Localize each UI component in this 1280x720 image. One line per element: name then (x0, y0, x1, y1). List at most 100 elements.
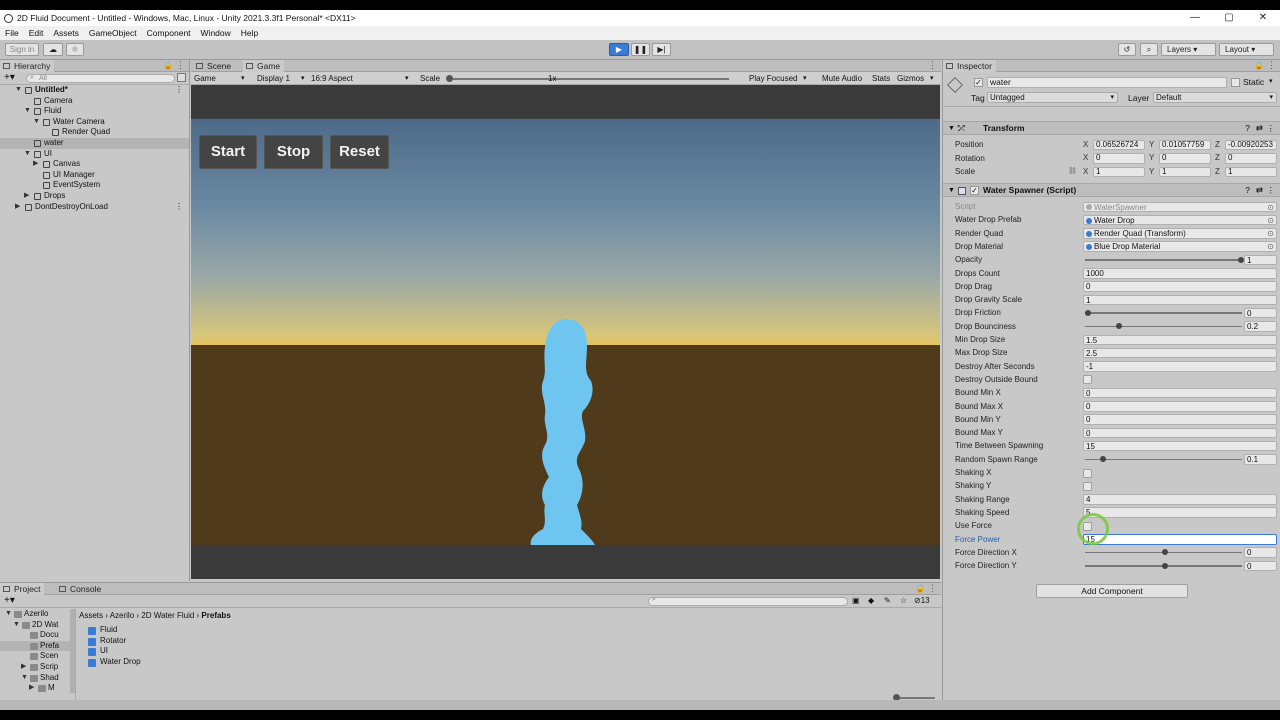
slider-knob[interactable] (1115, 323, 1122, 330)
kebab-menu-icon[interactable]: ⋮ (1267, 122, 1276, 135)
preset-icon[interactable]: ⇄ (1256, 184, 1263, 197)
kebab-menu-icon[interactable]: ⋮ (1267, 60, 1276, 71)
slider-value-field[interactable]: 1 (1244, 254, 1277, 266)
kebab-menu-icon[interactable]: ⋮ (176, 60, 185, 71)
tag-dropdown[interactable]: Untagged ▾ (987, 92, 1118, 103)
hierarchy-item[interactable]: ▼ Fluid (0, 106, 189, 117)
hierarchy-search-input[interactable]: All (26, 74, 175, 83)
asset-item[interactable]: UI (88, 646, 288, 657)
chevron-down-icon[interactable]: ▾ (1269, 77, 1273, 85)
reset-button[interactable]: Reset (330, 135, 389, 169)
visibility-icon[interactable]: ☆ (900, 596, 907, 605)
object-picker-icon[interactable]: ⊙ (1267, 216, 1274, 225)
collab-icon[interactable]: ✲ (66, 43, 84, 56)
project-search-input[interactable] (648, 597, 848, 606)
stats-button[interactable]: Stats (872, 72, 890, 85)
folder-tree-item[interactable]: ▼ Shad (0, 673, 75, 684)
history-icon[interactable]: ↺ (1118, 43, 1136, 56)
asset-item[interactable]: Fluid (88, 625, 288, 636)
slider-knob[interactable] (1085, 309, 1091, 316)
hierarchy-item[interactable]: Render Quad (0, 127, 189, 138)
expand-arrow-icon[interactable]: ▼ (24, 106, 31, 117)
slider-knob[interactable] (1161, 562, 1168, 569)
axis-value[interactable]: -0.00920253 (1225, 139, 1277, 150)
menu-edit[interactable]: Edit (24, 28, 49, 38)
menu-component[interactable]: Component (142, 28, 196, 38)
expand-arrow-icon[interactable]: ▼ (33, 117, 40, 128)
property-slider[interactable] (1085, 312, 1242, 314)
breadcrumb-assets[interactable]: Assets (79, 611, 103, 620)
slider-value-field[interactable]: 0.2 (1244, 321, 1277, 332)
play-button[interactable]: ▶ (609, 43, 629, 56)
property-field[interactable]: 0 (1083, 427, 1277, 439)
step-button[interactable]: ▶| (652, 43, 671, 56)
object-name-field[interactable]: water (987, 77, 1227, 88)
object-picker-icon[interactable]: ⊙ (1267, 242, 1274, 251)
display-dropdown[interactable]: Display 1 (257, 72, 290, 85)
object-picker-icon[interactable]: ⊙ (1267, 229, 1274, 238)
property-field[interactable]: 1.5 (1083, 334, 1277, 345)
axis-value[interactable]: 1 (1225, 166, 1277, 177)
expand-arrow-icon[interactable]: ▼ (21, 673, 28, 684)
slider-value-field[interactable]: 0.1 (1244, 454, 1277, 465)
property-slider[interactable] (1085, 325, 1242, 328)
minimize-button[interactable]: — (1178, 10, 1212, 26)
scale-slider[interactable] (449, 78, 729, 80)
layout-dropdown[interactable]: Layout ▾ (1219, 43, 1274, 56)
property-field[interactable]: 15 (1083, 534, 1277, 545)
breadcrumb-prefabs[interactable]: Prefabs (201, 611, 230, 620)
help-icon[interactable]: ? (1245, 122, 1250, 135)
transform-y-field[interactable]: Y 0.01057759 (1149, 139, 1211, 150)
hierarchy-item[interactable]: ▼ Water Camera (0, 117, 189, 128)
object-reference-field[interactable]: ⊙ Blue Drop Material (1083, 241, 1277, 252)
property-checkbox[interactable] (1083, 468, 1092, 478)
sign-in-button[interactable]: Sign in (5, 43, 39, 56)
static-checkbox[interactable] (1231, 78, 1240, 87)
axis-value[interactable]: 0 (1093, 153, 1145, 164)
object-picker-icon[interactable]: ⊙ (1267, 203, 1274, 212)
kebab-menu-icon[interactable]: ⋮ (175, 202, 183, 213)
hierarchy-item[interactable]: UI Manager (0, 170, 189, 181)
collapse-arrow-icon[interactable]: ▶ (33, 159, 38, 170)
icon-size-slider[interactable] (895, 697, 935, 699)
add-icon[interactable]: +▾ (4, 595, 15, 607)
axis-value[interactable]: 0 (1225, 153, 1277, 164)
slider-value-field[interactable]: 0 (1244, 307, 1277, 319)
game-mode-dropdown[interactable]: Game (194, 72, 216, 85)
favorite-icon[interactable]: ✎ (884, 596, 891, 605)
aspect-dropdown[interactable]: 16:9 Aspect (311, 72, 353, 85)
lock-icon[interactable]: 🔒 (1254, 61, 1264, 70)
breadcrumb-azerilo[interactable]: Azerilo (110, 611, 134, 620)
folder-tree-item[interactable]: ▼ Azerilo (0, 609, 75, 620)
axis-value[interactable]: 0.01057759 (1159, 139, 1211, 150)
add-component-button[interactable]: Add Component (1036, 584, 1188, 598)
property-field[interactable]: 1000 (1083, 268, 1277, 279)
transform-z-field[interactable]: Z -0.00920253 (1215, 139, 1277, 150)
tab-game[interactable]: Game (243, 60, 285, 72)
close-button[interactable]: ✕ (1246, 10, 1280, 26)
transform-y-field[interactable]: Y1 (1149, 166, 1211, 177)
property-checkbox[interactable] (1083, 375, 1092, 385)
tab-scene[interactable]: Scene (193, 60, 235, 72)
hierarchy-item[interactable]: ▶ DontDestroyOnLoad ⋮ (0, 202, 189, 213)
axis-value[interactable]: 1 (1093, 166, 1145, 177)
start-button[interactable]: Start (199, 135, 257, 169)
tab-hierarchy[interactable]: Hierarchy (0, 60, 55, 72)
expand-arrow-icon[interactable]: ▶ (29, 683, 34, 694)
asset-item[interactable]: Water Drop (88, 657, 288, 668)
expand-arrow-icon[interactable]: ▶ (21, 662, 26, 673)
add-icon[interactable]: +▾ (4, 72, 15, 84)
tab-project[interactable]: Project (0, 583, 45, 595)
search-icon[interactable]: ⌕ (1140, 43, 1158, 56)
property-field[interactable]: 5 (1083, 507, 1277, 518)
filter-type-icon[interactable]: ▣ (852, 596, 860, 605)
object-reference-field[interactable]: ⊙ Water Drop (1083, 214, 1277, 226)
property-slider[interactable] (1085, 259, 1242, 261)
game-viewport[interactable]: Start Stop Reset (191, 85, 940, 579)
transform-x-field[interactable]: X1 (1083, 166, 1145, 177)
expand-arrow-icon[interactable]: ▼ (5, 609, 12, 620)
lock-icon[interactable]: 🔒 (163, 61, 173, 70)
preset-icon[interactable]: ⇄ (1256, 122, 1263, 135)
layers-dropdown[interactable]: Layers ▾ (1161, 43, 1216, 56)
hierarchy-item[interactable]: Camera (0, 96, 189, 107)
